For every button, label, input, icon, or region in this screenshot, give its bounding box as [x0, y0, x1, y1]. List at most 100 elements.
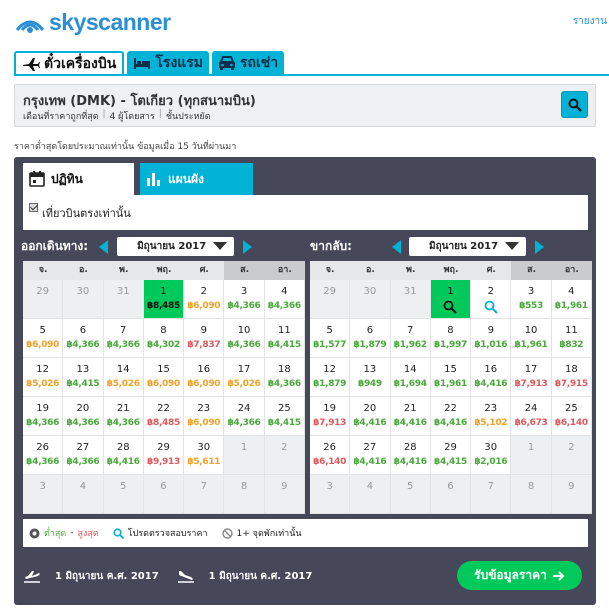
return-day-cell[interactable]: 5 ฿1,577 [310, 319, 351, 358]
return-day-cell[interactable]: 16 ฿4,416 [471, 358, 512, 397]
depart-day-cell[interactable]: 28 ฿4,416 [103, 436, 144, 475]
depart-day-cell[interactable]: 18 ฿4,366 [264, 358, 305, 397]
depart-day-cell[interactable]: 20 ฿4,366 [63, 397, 104, 436]
depart-day-cell[interactable]: 29 ฿9,913 [143, 436, 185, 475]
depart-day-cell[interactable]: 24 ฿4,366 [224, 397, 265, 436]
depart-day-cell[interactable]: 2 ฿6,090 [184, 280, 225, 319]
depart-day-cell[interactable]: 3 ฿4,366 [224, 280, 265, 319]
return-next-month-button[interactable] [534, 239, 544, 254]
return-day-cell[interactable]: 28 ฿4,416 [390, 436, 431, 475]
weekday-header: จ. อ. พ. พฤ. ศ. ส. อา. [310, 261, 592, 280]
return-day-cell[interactable]: 8 ฿1,997 [430, 319, 472, 358]
return-day-cell[interactable]: 12 ฿1,879 [310, 358, 351, 397]
day-price: ฿4,366 [227, 418, 261, 428]
return-day-cell[interactable]: 27 ฿4,416 [350, 436, 391, 475]
return-day-cell[interactable]: 18 ฿7,915 [551, 358, 592, 397]
depart-day-cell[interactable]: 13 ฿4,415 [63, 358, 104, 397]
tab-hotels[interactable]: โรงแรม [127, 51, 209, 74]
return-day-cell[interactable]: 25 ฿6,140 [551, 397, 592, 436]
return-day-cell[interactable]: 30 ฿2,016 [471, 436, 512, 475]
day-number: 29 [444, 442, 457, 453]
depart-day-cell[interactable]: 23 ฿6,090 [184, 397, 225, 436]
day-price: ฿1,016 [474, 340, 508, 350]
tab-flights[interactable]: ตั๋วเครื่องบิน [14, 51, 125, 74]
day-price: ฿5,611 [187, 457, 221, 467]
return-day-cell[interactable]: 22 ฿4,416 [430, 397, 472, 436]
return-day-cell[interactable]: 9 ฿1,016 [471, 319, 512, 358]
direct-only-checkbox[interactable] [29, 203, 38, 212]
depart-day-cell[interactable]: 27 ฿4,366 [63, 436, 104, 475]
return-day-cell: 4 [350, 475, 391, 514]
return-day-cell[interactable]: 19 ฿7,913 [310, 397, 351, 436]
depart-day-cell[interactable]: 10 ฿4,366 [224, 319, 265, 358]
return-day-cell[interactable]: 29 ฿4,415 [430, 436, 472, 475]
depart-day-cell: 7 [184, 475, 225, 514]
return-day-cell[interactable]: 4 ฿1,961 [551, 280, 592, 319]
depart-day-cell[interactable]: 9 ฿7,837 [184, 319, 225, 358]
get-price-button[interactable]: รับข้อมูลราคา [457, 561, 582, 590]
depart-day-cell[interactable]: 16 ฿6,090 [184, 358, 225, 397]
return-day-cell[interactable]: 3 ฿553 [511, 280, 552, 319]
depart-day-cell[interactable]: 5 ฿6,090 [23, 319, 64, 358]
depart-day-cell[interactable]: 30 ฿5,611 [184, 436, 225, 475]
return-day-cell[interactable]: 14 ฿1,694 [390, 358, 431, 397]
return-prev-month-button[interactable] [391, 239, 401, 254]
depart-day-cell[interactable]: 15 ฿6,090 [143, 358, 185, 397]
depart-day-cell[interactable]: 21 ฿4,366 [103, 397, 144, 436]
return-day-cell[interactable]: 15 ฿1,961 [430, 358, 472, 397]
return-month-value: มิถุนายน 2017 [428, 241, 499, 252]
depart-day-cell[interactable]: 4 ฿4,366 [264, 280, 305, 319]
day-number: 19 [36, 403, 49, 414]
day-price: ฿1,879 [353, 340, 387, 350]
depart-day-cell[interactable]: 8 ฿4,302 [143, 319, 185, 358]
depart-day-cell[interactable]: 7 ฿4,366 [103, 319, 144, 358]
top-right-link[interactable]: รายงาน [573, 14, 607, 29]
return-day-cell[interactable]: 11 ฿832 [551, 319, 592, 358]
day-number: 3 [527, 286, 535, 297]
day-number: 4 [568, 286, 575, 297]
return-day-cell[interactable]: 2 [471, 280, 512, 319]
search-button[interactable] [561, 91, 588, 118]
depart-day-cell[interactable]: 11 ฿4,415 [264, 319, 305, 358]
search-details: เดือนที่ราคาถูกที่สุด | 4 ผู้โดยสาร | ชั… [23, 109, 211, 122]
return-day-cell[interactable]: 1 [430, 280, 472, 319]
depart-day-cell[interactable]: 6 ฿4,366 [63, 319, 104, 358]
day-price: ฿4,366 [106, 340, 140, 350]
return-day-cell[interactable]: 7 ฿1,962 [390, 319, 431, 358]
tab-chart-view[interactable]: แผนผัง [140, 163, 253, 195]
skyscanner-logo[interactable]: skyscanner [14, 8, 171, 36]
return-day-cell[interactable]: 6 ฿1,879 [350, 319, 391, 358]
tab-calendar-view[interactable]: ปฏิทิน [23, 163, 134, 195]
day-number: 12 [36, 364, 49, 375]
depart-day-cell[interactable]: 14 ฿5,026 [103, 358, 144, 397]
tab-car-hire[interactable]: รถเช่า [211, 51, 285, 74]
magnifier-icon [113, 527, 124, 539]
direct-only-filter[interactable]: เที่ยวบินตรงเท่านั้น [23, 195, 588, 230]
depart-day-cell[interactable]: 22 ฿8,485 [143, 397, 185, 436]
day-price: ฿6,090 [187, 418, 221, 428]
depart-prev-month-button[interactable] [99, 239, 109, 254]
return-day-cell[interactable]: 24 ฿6,673 [511, 397, 552, 436]
return-day-cell[interactable]: 17 ฿7,913 [511, 358, 552, 397]
depart-day-cell: 4 [63, 475, 104, 514]
day-price: ฿4,366 [26, 457, 60, 467]
depart-day-cell[interactable]: 19 ฿4,366 [23, 397, 64, 436]
day-number: 7 [200, 481, 207, 492]
return-day-cell[interactable]: 23 ฿5,102 [471, 397, 512, 436]
depart-next-month-button[interactable] [243, 239, 253, 254]
depart-month-select[interactable]: มิถุนายน 2017 [117, 237, 235, 256]
depart-day-cell[interactable]: 1 ฿8,485 [143, 280, 185, 319]
return-day-cell[interactable]: 26 ฿6,140 [310, 436, 351, 475]
return-month-select[interactable]: มิถุนายน 2017 [408, 237, 526, 256]
depart-day-cell[interactable]: 26 ฿4,366 [23, 436, 64, 475]
return-day-cell[interactable]: 10 ฿1,961 [511, 319, 552, 358]
depart-day-cell[interactable]: 12 ฿5,026 [23, 358, 64, 397]
return-day-cell[interactable]: 13 ฿949 [350, 358, 391, 397]
day-number: 1 [240, 442, 248, 453]
depart-day-cell[interactable]: 25 ฿4,415 [264, 397, 305, 436]
depart-day-cell[interactable]: 17 ฿5,026 [224, 358, 265, 397]
search-summary[interactable]: กรุงเทพ (DMK) - โตเกียว (ทุกสนามบิน) เดื… [14, 84, 596, 127]
weekday-header: จ. อ. พ. พฤ. ศ. ส. อา. [23, 261, 305, 280]
return-day-cell[interactable]: 21 ฿4,416 [390, 397, 431, 436]
return-day-cell[interactable]: 20 ฿4,416 [350, 397, 391, 436]
